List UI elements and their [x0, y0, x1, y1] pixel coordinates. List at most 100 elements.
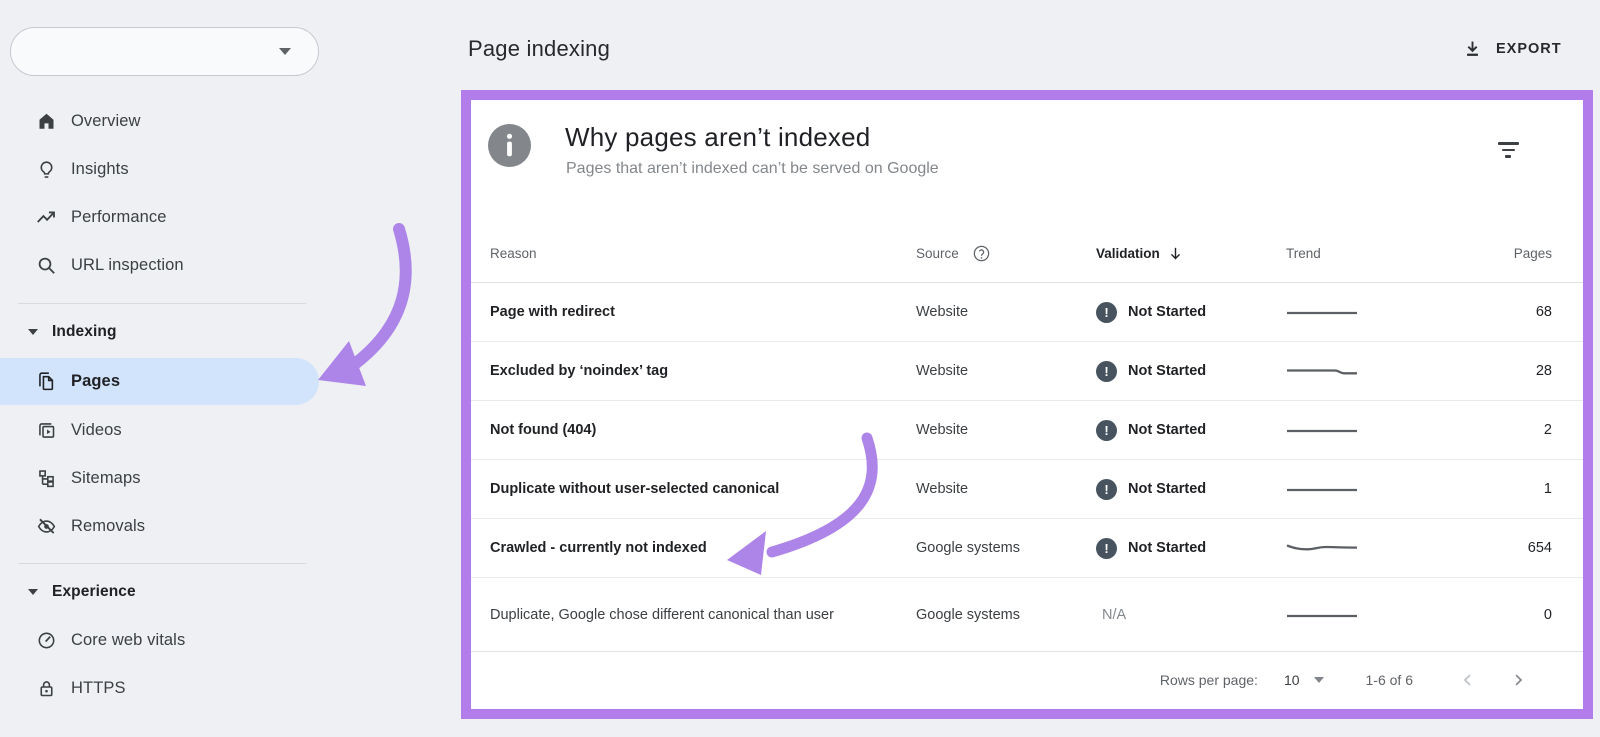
source-cell: Website — [916, 304, 969, 320]
validation-cell: ! Not Started — [1096, 478, 1286, 500]
exclamation-badge-icon: ! — [1096, 478, 1117, 500]
property-selector[interactable] — [10, 27, 319, 76]
next-page-button[interactable] — [1509, 671, 1527, 689]
lock-icon — [35, 677, 57, 699]
validation-cell: ! Not Started — [1096, 360, 1286, 382]
pagination-range: 1-6 of 6 — [1365, 672, 1413, 688]
sidebar-item-core-web-vitals[interactable]: Core web vitals — [0, 616, 319, 664]
column-header-pages[interactable]: Pages — [1436, 246, 1583, 261]
pages-cell: 68 — [1535, 304, 1552, 320]
annotation-frame: Why pages aren’t indexed Pages that aren… — [461, 90, 1593, 719]
sidebar-item-insights[interactable]: Insights — [0, 145, 319, 193]
sidebar-item-videos[interactable]: Videos — [0, 406, 319, 454]
sidebar-item-sitemaps[interactable]: Sitemaps — [0, 454, 319, 502]
filter-icon[interactable] — [1493, 136, 1523, 164]
pages-cell: 1 — [1543, 481, 1552, 497]
videos-icon — [35, 419, 57, 441]
reason-cell: Excluded by ‘noindex’ tag — [490, 363, 669, 379]
speedometer-icon — [35, 629, 57, 651]
pages-cell: 28 — [1535, 363, 1552, 379]
trending-up-icon — [35, 206, 57, 228]
source-cell: Website — [916, 363, 969, 379]
sort-arrow-down-icon — [1167, 245, 1184, 262]
column-header-source[interactable]: Source — [916, 244, 1096, 263]
trend-sparkline — [1286, 479, 1436, 499]
reason-cell: Duplicate, Google chose different canoni… — [490, 606, 834, 623]
exclamation-badge-icon: ! — [1096, 301, 1117, 323]
chevron-down-icon — [279, 48, 291, 55]
sidebar-item-url-inspection[interactable]: URL inspection — [0, 241, 319, 289]
chevron-down-icon — [28, 589, 38, 595]
sidebar-item-https[interactable]: HTTPS — [0, 664, 319, 712]
sidebar-section-label: Experience — [52, 583, 136, 600]
sidebar-divider — [18, 303, 306, 304]
sidebar-item-label: Videos — [71, 420, 122, 439]
sidebar-section-indexing[interactable]: Indexing — [0, 308, 319, 356]
sidebar-item-pages[interactable]: Pages — [0, 358, 319, 405]
validation-cell: ! Not Started — [1096, 419, 1286, 441]
validation-cell: N/A — [1102, 606, 1127, 623]
source-cell: Google systems — [916, 606, 1020, 623]
sidebar: Overview Insights Performance URL inspec… — [0, 0, 440, 737]
sidebar-divider — [18, 563, 306, 564]
card-subtitle: Pages that aren’t indexed can’t be serve… — [566, 160, 939, 177]
reason-cell: Duplicate without user-selected canonica… — [490, 481, 780, 497]
sidebar-item-label: Core web vitals — [71, 630, 186, 649]
table-row[interactable]: Duplicate, Google chose different canoni… — [471, 578, 1583, 652]
trend-sparkline — [1286, 302, 1436, 322]
sidebar-item-label: Sitemaps — [71, 468, 141, 487]
trend-sparkline — [1286, 361, 1436, 381]
column-header-validation[interactable]: Validation — [1096, 245, 1286, 262]
validation-cell: ! Not Started — [1096, 301, 1286, 323]
source-cell: Website — [916, 422, 969, 438]
column-header-trend[interactable]: Trend — [1286, 246, 1436, 261]
table-header-row: Reason Source Validation Trend Pages — [471, 225, 1583, 283]
pages-icon — [35, 371, 57, 393]
card-title: Why pages aren’t indexed — [565, 122, 871, 152]
source-cell: Google systems — [916, 540, 1020, 556]
table-row[interactable]: Excluded by ‘noindex’ tag Website ! Not … — [471, 342, 1583, 401]
card-header: Why pages aren’t indexed Pages that aren… — [471, 100, 1583, 225]
exclamation-badge-icon: ! — [1096, 537, 1117, 559]
search-icon — [35, 254, 57, 276]
pages-cell: 0 — [1543, 606, 1552, 623]
previous-page-button[interactable] — [1459, 671, 1477, 689]
reason-cell: Not found (404) — [490, 422, 597, 438]
sidebar-item-label: Insights — [71, 159, 129, 178]
exclamation-badge-icon: ! — [1096, 419, 1117, 441]
reason-cell: Crawled - currently not indexed — [490, 540, 707, 556]
sidebar-item-label: Pages — [71, 372, 121, 390]
sidebar-section-experience[interactable]: Experience — [0, 568, 319, 616]
help-icon[interactable] — [972, 244, 991, 263]
chevron-down-icon — [1313, 677, 1324, 683]
sidebar-item-label: URL inspection — [71, 255, 184, 274]
exclamation-badge-icon: ! — [1096, 360, 1117, 382]
rows-per-page-label: Rows per page: — [1159, 672, 1258, 688]
validation-cell: ! Not Started — [1096, 537, 1286, 559]
pages-cell: 654 — [1527, 540, 1552, 556]
chevron-down-icon — [28, 329, 38, 335]
table-row[interactable]: Page with redirect Website ! Not Started… — [471, 283, 1583, 342]
column-header-reason[interactable]: Reason — [471, 246, 916, 261]
table-footer: Rows per page: 10 1-6 of 6 — [471, 652, 1583, 708]
visibility-off-icon — [35, 515, 57, 537]
why-pages-arent-indexed-card: Why pages aren’t indexed Pages that aren… — [471, 100, 1583, 709]
sidebar-item-label: Overview — [71, 111, 141, 130]
reason-cell: Page with redirect — [490, 304, 615, 320]
lightbulb-icon — [35, 158, 57, 180]
sidebar-item-removals[interactable]: Removals — [0, 502, 319, 550]
table-row[interactable]: Not found (404) Website ! Not Started 2 — [471, 401, 1583, 460]
sidebar-item-overview[interactable]: Overview — [0, 97, 319, 145]
sidebar-item-label: Performance — [71, 207, 167, 226]
download-icon — [1462, 38, 1483, 60]
table-row[interactable]: Duplicate without user-selected canonica… — [471, 460, 1583, 519]
export-button[interactable]: EXPORT — [1462, 32, 1562, 66]
info-icon — [488, 124, 531, 167]
rows-per-page-select[interactable]: 10 — [1284, 672, 1324, 688]
sidebar-item-performance[interactable]: Performance — [0, 193, 319, 241]
source-cell: Website — [916, 481, 969, 497]
sitemaps-icon — [35, 467, 57, 489]
page-title: Page indexing — [468, 36, 611, 61]
pages-cell: 2 — [1543, 422, 1552, 438]
table-row[interactable]: Crawled - currently not indexed Google s… — [471, 519, 1583, 578]
